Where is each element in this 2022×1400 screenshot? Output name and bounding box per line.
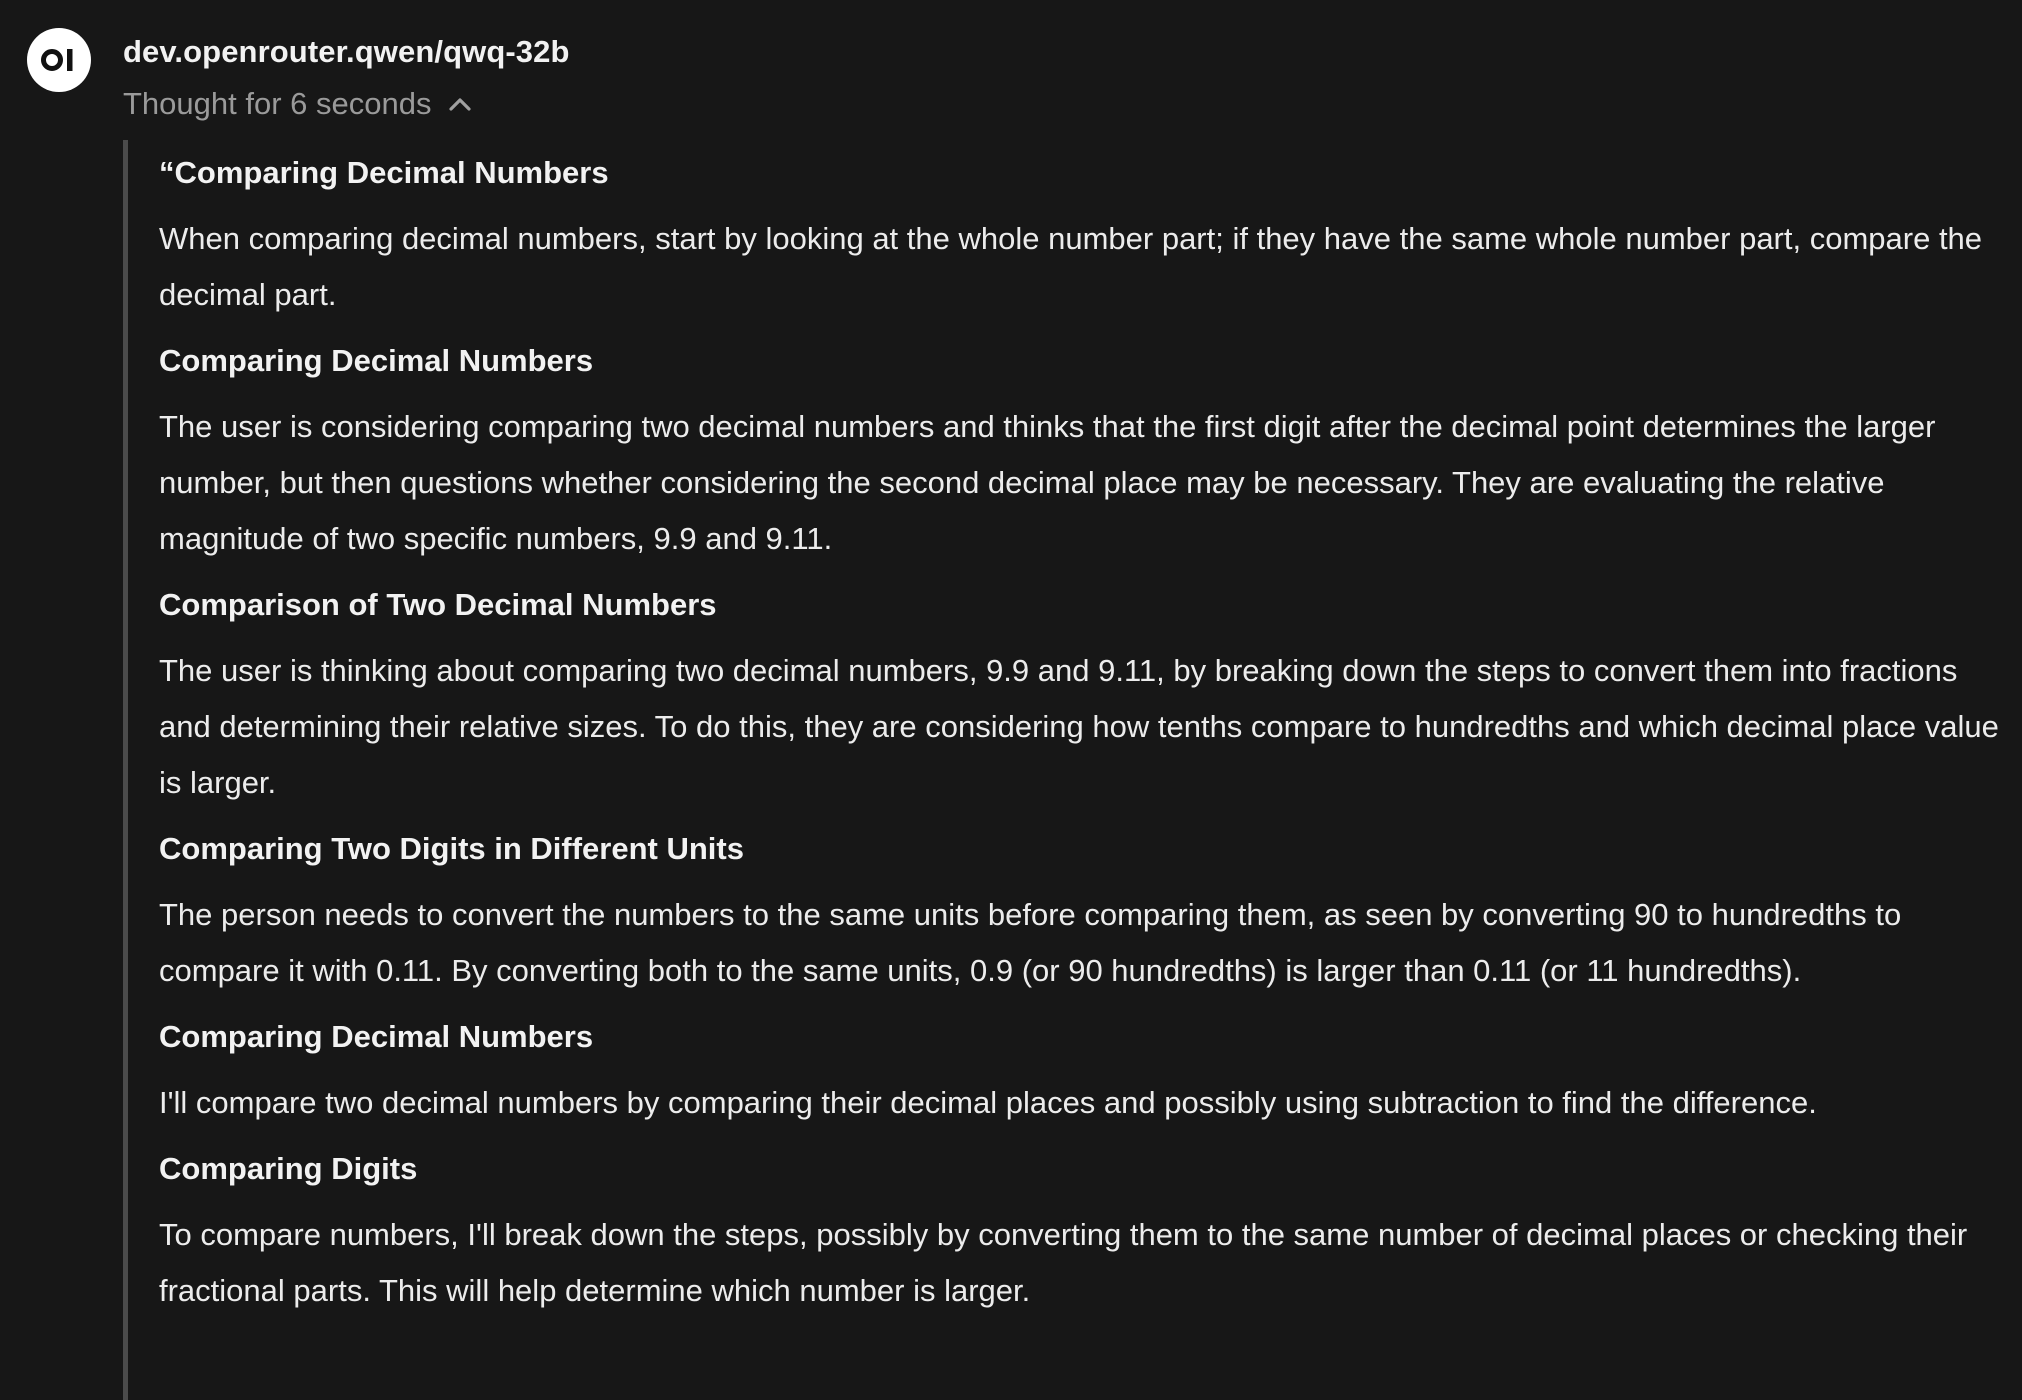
section-title: “Comparing Decimal Numbers <box>159 155 609 190</box>
thinking-section: “Comparing Decimal Numbers When comparin… <box>159 151 1982 323</box>
section-body: The person needs to convert the numbers … <box>159 897 1902 988</box>
thinking-section: Comparing Digits To compare numbers, I'l… <box>159 1147 1973 1319</box>
section-body: When comparing decimal numbers, start by… <box>159 221 1983 312</box>
section-title: Comparing Decimal Numbers <box>159 1019 594 1054</box>
section-body: To compare numbers, I'll break down the … <box>159 1217 1968 1308</box>
model-name: dev.openrouter.qwen/qwq-32b <box>123 34 570 69</box>
model-avatar <box>27 28 91 92</box>
section-body: The user is thinking about comparing two… <box>159 653 1999 800</box>
section-body: I'll compare two decimal numbers by comp… <box>159 1085 1817 1120</box>
thinking-section: Comparing Decimal Numbers The user is co… <box>159 339 1973 567</box>
thinking-content: “Comparing Decimal Numbers When comparin… <box>123 140 1999 1400</box>
section-title: Comparing Decimal Numbers <box>159 343 594 378</box>
section-title: Comparison of Two Decimal Numbers <box>159 587 717 622</box>
thought-duration-label: Thought for 6 seconds <box>123 86 432 121</box>
openwebui-logo-icon <box>41 49 73 71</box>
thinking-section: Comparison of Two Decimal Numbers The us… <box>159 583 1999 811</box>
section-body: The user is considering comparing two de… <box>159 409 1936 556</box>
thinking-section: Comparing Two Digits in Different Units … <box>159 827 1973 999</box>
thought-toggle-button[interactable]: Thought for 6 seconds <box>123 86 472 122</box>
thinking-section: Comparing Decimal Numbers I'll compare t… <box>159 1015 1973 1131</box>
chevron-up-icon <box>449 98 472 111</box>
section-title: Comparing Two Digits in Different Units <box>159 831 744 866</box>
section-title: Comparing Digits <box>159 1151 418 1186</box>
